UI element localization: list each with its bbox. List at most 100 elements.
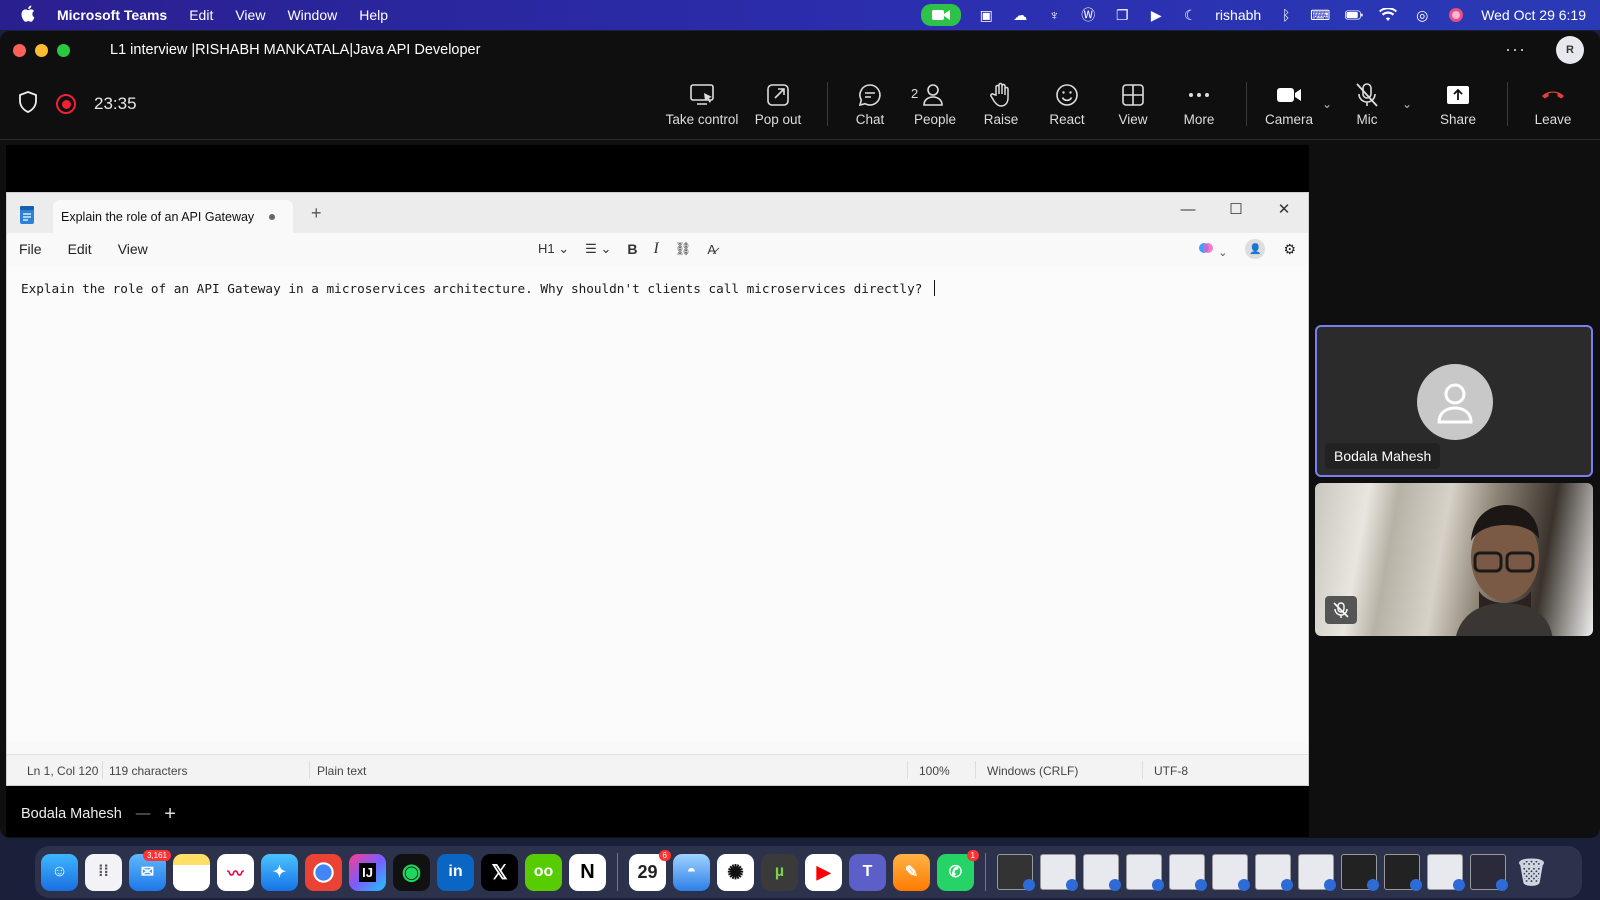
camera-in-use-indicator[interactable] (921, 4, 962, 26)
notepad-editor[interactable]: Explain the role of an API Gateway in a … (7, 265, 1308, 743)
utorrent-icon[interactable]: µ (761, 853, 798, 891)
menubar-user[interactable]: rishabh (1215, 7, 1261, 23)
minimized-window-thumb[interactable] (1169, 854, 1207, 891)
menu-edit[interactable]: Edit (189, 7, 213, 23)
participant-tile-active[interactable]: Bodala Mahesh (1315, 325, 1593, 477)
battery-icon[interactable] (1345, 6, 1363, 24)
minimized-window-thumb[interactable] (1384, 854, 1422, 891)
take-control-button[interactable]: Take control (663, 69, 741, 139)
people-button[interactable]: People (900, 69, 970, 139)
apple-icon[interactable] (20, 5, 35, 25)
freeform-icon[interactable]: 〰 (217, 853, 254, 891)
minimized-window-thumb[interactable] (1427, 854, 1465, 891)
intellij-icon[interactable]: IJ (349, 853, 386, 891)
shield-icon[interactable] (18, 90, 38, 118)
minimize-share-icon[interactable]: — (136, 806, 151, 822)
line-ending[interactable]: Windows (CRLF) (987, 764, 1078, 778)
share-button[interactable]: Share (1421, 69, 1495, 139)
safari-icon[interactable]: ✦ (261, 853, 298, 891)
pages-icon[interactable]: ✎ (893, 853, 930, 891)
clear-format-icon[interactable]: A̷ (707, 242, 716, 257)
trash-icon[interactable]: 🗑 (1513, 854, 1550, 891)
more-button[interactable]: More (1164, 69, 1234, 139)
react-button[interactable]: React (1032, 69, 1102, 139)
chrome-icon[interactable] (305, 853, 342, 891)
settings-gear-icon[interactable]: ⚙ (1283, 241, 1296, 258)
account-icon[interactable]: 👤 (1245, 239, 1266, 259)
menu-window[interactable]: Window (287, 7, 337, 23)
close-icon[interactable]: ✕ (1260, 193, 1308, 225)
text-format[interactable]: Plain text (317, 764, 366, 778)
new-tab-plus-icon[interactable]: + (311, 203, 322, 224)
mic-button[interactable]: Mic (1335, 69, 1399, 139)
menubar-clock[interactable]: Wed Oct 29 6:19 (1481, 7, 1586, 23)
close-window-button[interactable] (13, 43, 26, 57)
bluetooth-icon[interactable]: ᛒ (1277, 6, 1295, 24)
chatgpt-icon[interactable]: ✺ (717, 853, 754, 891)
finder-icon[interactable]: ☺ (41, 853, 78, 891)
menu-extra-icon[interactable]: ♆ (1045, 6, 1063, 24)
mail-icon[interactable]: ✉ 3,161 (129, 849, 171, 891)
menu-help[interactable]: Help (359, 7, 388, 23)
list-select[interactable]: ☰ ⌄ (585, 241, 611, 257)
youtube-icon[interactable]: ▶ (805, 853, 842, 891)
minimized-window-thumb[interactable] (1298, 854, 1336, 891)
calendar-icon[interactable]: 29 6 (629, 849, 671, 891)
window-stack-icon[interactable]: ❐ (1113, 6, 1131, 24)
duolingo-icon[interactable]: oo (525, 853, 562, 891)
heading-select[interactable]: H1 ⌄ (538, 241, 569, 257)
minimized-window-thumb[interactable] (1212, 854, 1250, 891)
minimized-window-thumb[interactable] (1255, 854, 1293, 891)
teams-icon[interactable]: T (849, 853, 886, 891)
minimized-window-thumb[interactable] (997, 854, 1035, 891)
minimized-window-thumb[interactable] (1341, 854, 1379, 891)
unsaved-dot-icon[interactable] (269, 214, 275, 220)
cloud-sync-icon[interactable]: ☁ (1011, 6, 1029, 24)
minimized-window-thumb[interactable] (1040, 854, 1078, 891)
control-center-icon[interactable]: ◎ (1413, 6, 1431, 24)
raise-hand-button[interactable]: Raise (970, 69, 1032, 139)
notepad-menu-view[interactable]: View (118, 241, 160, 257)
linkedin-icon[interactable]: in (437, 853, 474, 891)
menu-view[interactable]: View (235, 7, 265, 23)
mic-options-chevron-icon[interactable]: ⌄ (1399, 97, 1415, 111)
whatsapp-icon[interactable]: ✆ 1 (937, 849, 979, 891)
notepad-menu-edit[interactable]: Edit (68, 241, 104, 257)
app-menu-teams[interactable]: Microsoft Teams (57, 7, 167, 23)
encoding[interactable]: UTF-8 (1154, 764, 1188, 778)
user-avatar[interactable]: R (1556, 36, 1584, 64)
link-icon[interactable]: ⛓ (675, 241, 692, 257)
minimized-window-thumb[interactable] (1083, 854, 1121, 891)
play-circle-icon[interactable]: ▶ (1147, 6, 1165, 24)
notion-icon[interactable]: N (569, 853, 606, 891)
leave-button[interactable]: Leave (1520, 69, 1586, 139)
siri-icon[interactable] (1447, 6, 1465, 24)
view-button[interactable]: View (1102, 69, 1164, 139)
camera-options-chevron-icon[interactable]: ⌄ (1319, 97, 1335, 111)
minimize-window-button[interactable] (35, 43, 48, 57)
camera-button[interactable]: Camera (1259, 69, 1319, 139)
minimize-icon[interactable]: — (1164, 193, 1212, 225)
pop-out-button[interactable]: Pop out (741, 69, 815, 139)
status-app-icon[interactable]: ▣ (977, 6, 995, 24)
launchpad-icon[interactable]: ⁞⁞ (85, 853, 122, 891)
x-twitter-icon[interactable]: 𝕏 (481, 853, 518, 891)
more-options-icon[interactable]: ··· (1505, 39, 1526, 60)
app-store-icon[interactable]: ◓ (673, 853, 710, 891)
expand-plus-icon[interactable]: + (164, 803, 176, 826)
italic-icon[interactable]: I (653, 240, 658, 258)
copilot-icon[interactable]: ⌄ (1198, 240, 1227, 259)
notepad-menu-file[interactable]: File (19, 241, 54, 257)
keyboard-icon[interactable]: ⌨ (1310, 6, 1330, 24)
bold-icon[interactable]: B (627, 241, 637, 257)
zoom-level[interactable]: 100% (919, 764, 950, 778)
maximize-icon[interactable]: ☐ (1212, 193, 1260, 225)
minimized-window-thumb[interactable] (1470, 854, 1508, 891)
minimized-window-thumb[interactable] (1126, 854, 1164, 891)
wordpress-icon[interactable]: Ⓦ (1079, 6, 1097, 24)
zoom-window-button[interactable] (57, 43, 70, 57)
notepad-tab[interactable]: Explain the role of an API Gateway (53, 200, 293, 233)
wifi-icon[interactable] (1379, 6, 1398, 24)
spotify-icon[interactable]: ◉ (393, 853, 430, 891)
moon-icon[interactable]: ☾ (1181, 6, 1199, 24)
